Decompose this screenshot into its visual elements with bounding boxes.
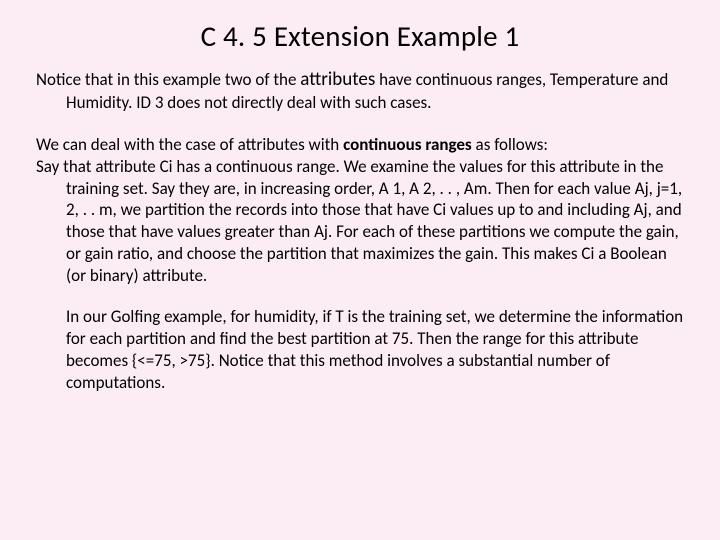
text-lead-b: as follows: bbox=[472, 134, 548, 155]
paragraph-method: Say that attribute Ci has a continuous r… bbox=[36, 156, 684, 287]
paragraph-lead: We can deal with the case of attributes … bbox=[36, 134, 684, 156]
paragraph-intro: Notice that in this example two of the a… bbox=[36, 68, 684, 114]
text-continuous-ranges: continuous ranges bbox=[343, 134, 472, 155]
paragraph-example: In our Golfing example, for humidity, if… bbox=[36, 306, 684, 393]
text-lead-a: We can deal with the case of attributes … bbox=[36, 134, 343, 155]
slide-title: C 4. 5 Extension Example 1 bbox=[36, 18, 684, 54]
text-intro-a: Notice that in this example two of the bbox=[36, 69, 300, 90]
text-attributes-word: attributes bbox=[300, 68, 375, 91]
slide: C 4. 5 Extension Example 1 Notice that i… bbox=[0, 0, 720, 540]
